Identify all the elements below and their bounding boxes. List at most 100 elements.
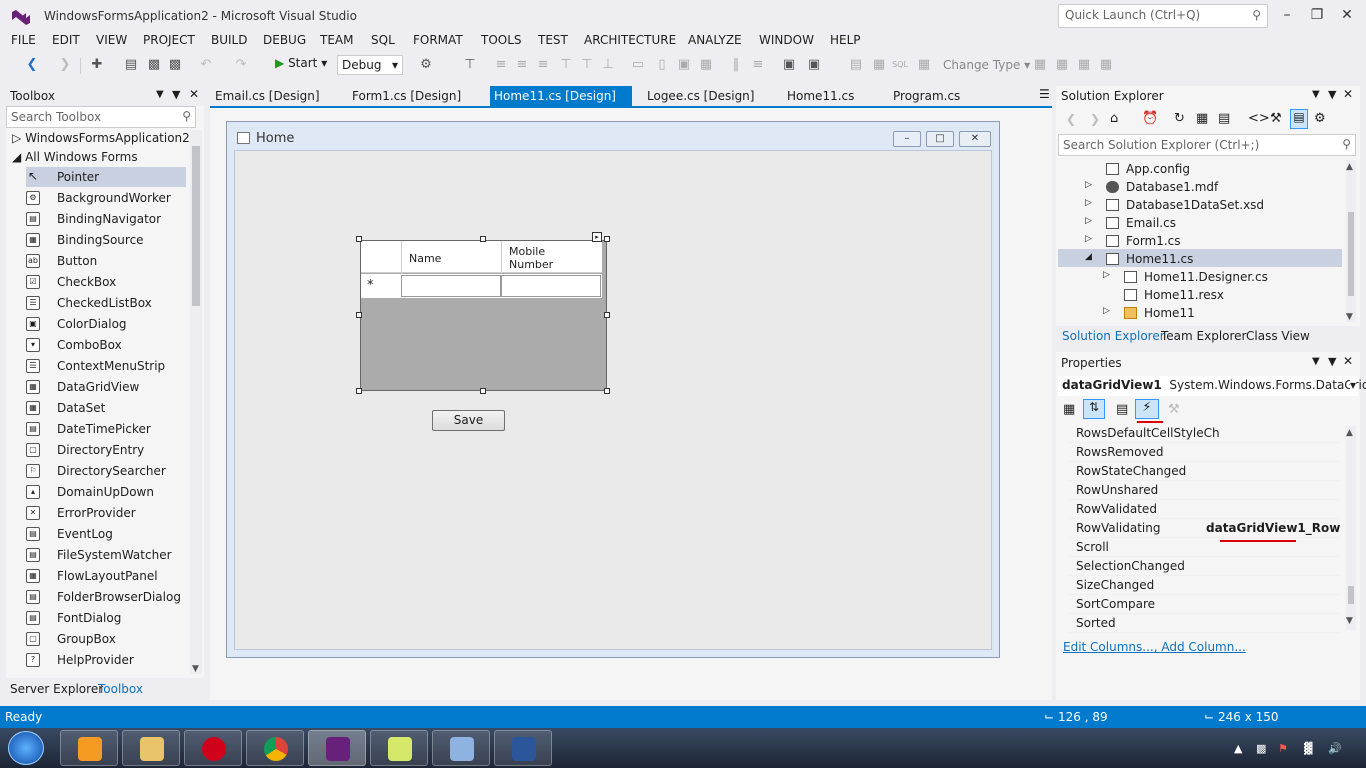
taskbar-cleaner[interactable] (432, 730, 490, 766)
property-event-row[interactable]: SelectionChanged (1068, 557, 1340, 576)
same-height-icon[interactable]: ▯ (654, 57, 670, 73)
property-event-row[interactable]: RowValidating dataGridView1_RowValidating (1068, 519, 1340, 538)
toolbox-item[interactable]: ▤ FontDialog (26, 608, 186, 628)
resize-handle[interactable] (356, 312, 362, 318)
tab-home11-design[interactable]: Home11.cs [Design] ⊢ ✕ (490, 86, 632, 117)
resize-handle[interactable] (480, 388, 486, 394)
solution-item-database1-mdf[interactable]: Database1.mdf (1106, 178, 1346, 196)
columns-icon[interactable]: ▦ (1054, 57, 1070, 73)
solution-explorer-search-input[interactable]: Search Solution Explorer (Ctrl+;) ⚲ (1058, 134, 1356, 156)
collapse-icon[interactable]: ◢ (1085, 252, 1092, 262)
toolbox-item[interactable]: ? HelpProvider (26, 650, 186, 670)
tab-team-explorer[interactable]: Team Explorer (1161, 329, 1247, 343)
align-top-icon[interactable]: ⊤ (558, 57, 574, 73)
resize-handle[interactable] (604, 312, 610, 318)
close-icon[interactable]: ✕ (1343, 354, 1353, 368)
undo-icon[interactable]: ↶ (198, 57, 214, 73)
dropdown-icon[interactable]: ▼ (1312, 89, 1320, 100)
expand-icon[interactable]: ▷ (1103, 306, 1110, 316)
tab-home11-code[interactable]: Home11.cs (783, 86, 858, 106)
solution-item-home11-cs[interactable]: Home11.cs (1106, 250, 1346, 268)
toolbox-item[interactable]: ⚙ BackgroundWorker (26, 188, 186, 208)
solution-item-app-config[interactable]: App.config (1106, 160, 1346, 178)
forward-icon[interactable]: ❯ (1090, 112, 1100, 126)
solution-item-database1dataset-xsd[interactable]: Database1DataSet.xsd (1106, 196, 1346, 214)
tray-expand-icon[interactable]: ▲ (1234, 742, 1242, 755)
toolbox-item[interactable]: ▦ FlowLayoutPanel (26, 566, 186, 586)
tray-volume-icon[interactable]: 🔊 (1328, 742, 1342, 755)
solution-configuration-select[interactable]: Debug ▾ (337, 55, 403, 75)
expand-icon[interactable]: ▷ (1085, 234, 1092, 244)
property-event-row[interactable]: RowStateChanged (1068, 462, 1340, 481)
toolbox-item[interactable]: ab Button (26, 251, 186, 271)
property-event-row[interactable]: Scroll (1068, 538, 1340, 557)
resize-handle[interactable] (356, 388, 362, 394)
resize-handle[interactable] (356, 236, 362, 242)
align-center-icon[interactable]: ≡ (514, 57, 530, 73)
taskbar-explorer[interactable] (122, 730, 180, 766)
close-button[interactable]: ✕ (1332, 4, 1362, 26)
settings-icon[interactable]: ⚙ (1314, 111, 1326, 126)
scroll-up-icon[interactable]: ▲ (1346, 428, 1353, 438)
toolbox-item[interactable]: ▦ DataGridView (26, 377, 186, 397)
menu-format[interactable]: FORMAT (413, 33, 463, 47)
save-all-icon[interactable]: ▩ (167, 57, 183, 73)
toolbox-item[interactable]: ☰ ContextMenuStrip (26, 356, 186, 376)
align-bottom-icon[interactable]: ⊥ (600, 57, 616, 73)
same-width-icon[interactable]: ▭ (630, 57, 646, 73)
categorized-icon[interactable]: ▦ (1063, 402, 1075, 417)
grid-cell[interactable] (501, 275, 601, 297)
toolbox-item[interactable]: ↖ Pointer (26, 167, 186, 187)
toolbox-item[interactable]: ▤ FolderBrowserDialog (26, 587, 186, 607)
toolbox-item[interactable]: ▤ FileSystemWatcher (26, 545, 186, 565)
events-lightning-icon[interactable]: ⚡ (1135, 399, 1159, 419)
toolbox-item[interactable]: ☑ CheckBox (26, 272, 186, 292)
grid-column-name[interactable]: Name (409, 252, 441, 265)
minimize-button[interactable]: – (1272, 4, 1302, 26)
property-event-row[interactable]: RowValidated (1068, 500, 1340, 519)
solution-item-home11-resx[interactable]: Home11.resx (1124, 286, 1344, 304)
send-to-back-icon[interactable]: ▣ (806, 57, 822, 73)
save-icon[interactable]: ▩ (146, 57, 162, 73)
expand-icon[interactable]: ▷ (1085, 216, 1092, 226)
menu-view[interactable]: VIEW (96, 33, 127, 47)
pin-icon[interactable]: ▼ (1328, 355, 1336, 368)
property-event-row[interactable]: Sorted (1068, 614, 1340, 633)
back-icon[interactable]: ❮ (24, 57, 40, 73)
taskbar-sticky-notes[interactable] (370, 730, 428, 766)
toolbox-item[interactable]: ☰ CheckedListBox (26, 293, 186, 313)
resize-handle[interactable] (604, 388, 610, 394)
align-left-icon[interactable]: ≡ (493, 57, 509, 73)
toolbox-item[interactable]: ▴ DomainUpDown (26, 482, 186, 502)
change-type-dropdown[interactable]: Change Type ▾ (943, 58, 1030, 72)
toolbox-item[interactable]: ▦ DataSet (26, 398, 186, 418)
property-event-row[interactable]: RowUnshared (1068, 481, 1340, 500)
windows-start-icon[interactable] (8, 731, 44, 765)
taskbar-opera[interactable] (184, 730, 242, 766)
close-icon[interactable]: ✕ (1343, 87, 1353, 101)
expand-icon[interactable]: ▷ (1103, 270, 1110, 280)
scroll-up-icon[interactable]: ▲ (1346, 162, 1353, 172)
properties-object-select[interactable]: dataGridView1 System.Windows.Forms.DataG… (1058, 376, 1366, 396)
taskbar-uc-browser[interactable] (60, 730, 118, 766)
menu-sql[interactable]: SQL (371, 33, 395, 47)
resize-handle[interactable] (604, 236, 610, 242)
menu-test[interactable]: TEST (538, 33, 568, 47)
toolbox-item[interactable]: ▤ EventLog (26, 524, 186, 544)
menu-project[interactable]: PROJECT (143, 33, 195, 47)
tray-flag-icon[interactable]: ⚑ (1278, 742, 1288, 755)
tab-email-design[interactable]: Email.cs [Design] (211, 86, 324, 106)
resize-handle[interactable] (480, 236, 486, 242)
tab-overflow-icon[interactable]: ☰ (1039, 87, 1050, 101)
toolbox-item[interactable]: ▾ ComboBox (26, 335, 186, 355)
dropdown-icon[interactable]: ▼ (156, 89, 164, 100)
toolbox-item[interactable]: ▢ DirectoryEntry (26, 440, 186, 460)
toolbox-group-all-windows-forms[interactable]: ◢ All Windows Forms (12, 150, 138, 164)
toolbox-item[interactable]: ✕ ErrorProvider (26, 503, 186, 523)
menu-architecture[interactable]: ARCHITECTURE (584, 33, 676, 47)
expand-icon[interactable]: ▷ (1085, 180, 1092, 190)
toolbox-item[interactable]: ⚐ DirectorySearcher (26, 461, 186, 481)
forward-icon[interactable]: ❯ (57, 57, 73, 73)
tab-solution-explorer[interactable]: Solution Explorer (1062, 329, 1165, 343)
form-client-area[interactable] (234, 150, 992, 650)
